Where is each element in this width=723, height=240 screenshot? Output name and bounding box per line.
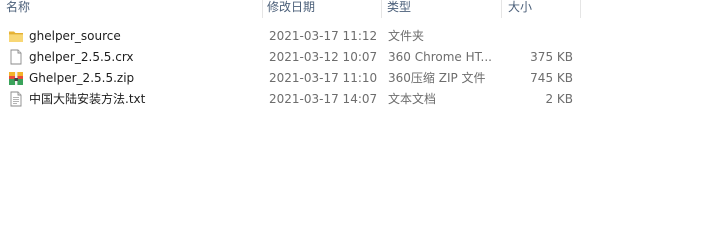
- file-size: 375 KB: [530, 50, 573, 64]
- file-size: 745 KB: [530, 71, 573, 85]
- column-header-bar: 名称 修改日期 类型 大小: [0, 0, 723, 20]
- file-row[interactable]: 中国大陆安装方法.txt 2021-03-17 14:07 文本文档 2 KB: [0, 89, 723, 110]
- column-header-name[interactable]: 名称: [6, 0, 30, 20]
- folder-icon: [9, 31, 23, 42]
- blank-file-icon: [10, 49, 22, 65]
- column-divider[interactable]: [580, 0, 581, 18]
- file-modified: 2021-03-12 10:07: [269, 50, 378, 64]
- file-name: 中国大陆安装方法.txt: [29, 92, 146, 106]
- column-divider[interactable]: [262, 0, 263, 18]
- column-header-size[interactable]: 大小: [508, 0, 532, 20]
- file-name: ghelper_2.5.5.crx: [29, 50, 134, 64]
- column-header-type[interactable]: 类型: [387, 0, 411, 20]
- file-name: ghelper_source: [29, 29, 121, 43]
- text-file-icon: [10, 91, 22, 107]
- file-type: 360压缩 ZIP 文件: [388, 71, 486, 85]
- file-modified: 2021-03-17 11:10: [269, 71, 378, 85]
- file-type: 文本文档: [388, 92, 437, 106]
- file-modified: 2021-03-17 11:12: [269, 29, 378, 43]
- file-name: Ghelper_2.5.5.zip: [29, 71, 135, 85]
- file-size: [505, 26, 573, 47]
- file-size: 2 KB: [545, 92, 573, 106]
- file-modified: 2021-03-17 14:07: [269, 92, 378, 106]
- zip-archive-icon: [9, 72, 23, 85]
- file-row[interactable]: ghelper_2.5.5.crx 2021-03-12 10:07 360 C…: [0, 47, 723, 68]
- column-divider[interactable]: [501, 0, 502, 18]
- column-divider[interactable]: [381, 0, 382, 18]
- file-row[interactable]: ghelper_source 2021-03-17 11:12 文件夹: [0, 26, 723, 47]
- file-row[interactable]: Ghelper_2.5.5.zip 2021-03-17 11:10 360压缩…: [0, 68, 723, 89]
- column-header-modified[interactable]: 修改日期: [267, 0, 315, 20]
- file-type: 文件夹: [388, 29, 425, 43]
- file-type: 360 Chrome HT...: [388, 50, 492, 64]
